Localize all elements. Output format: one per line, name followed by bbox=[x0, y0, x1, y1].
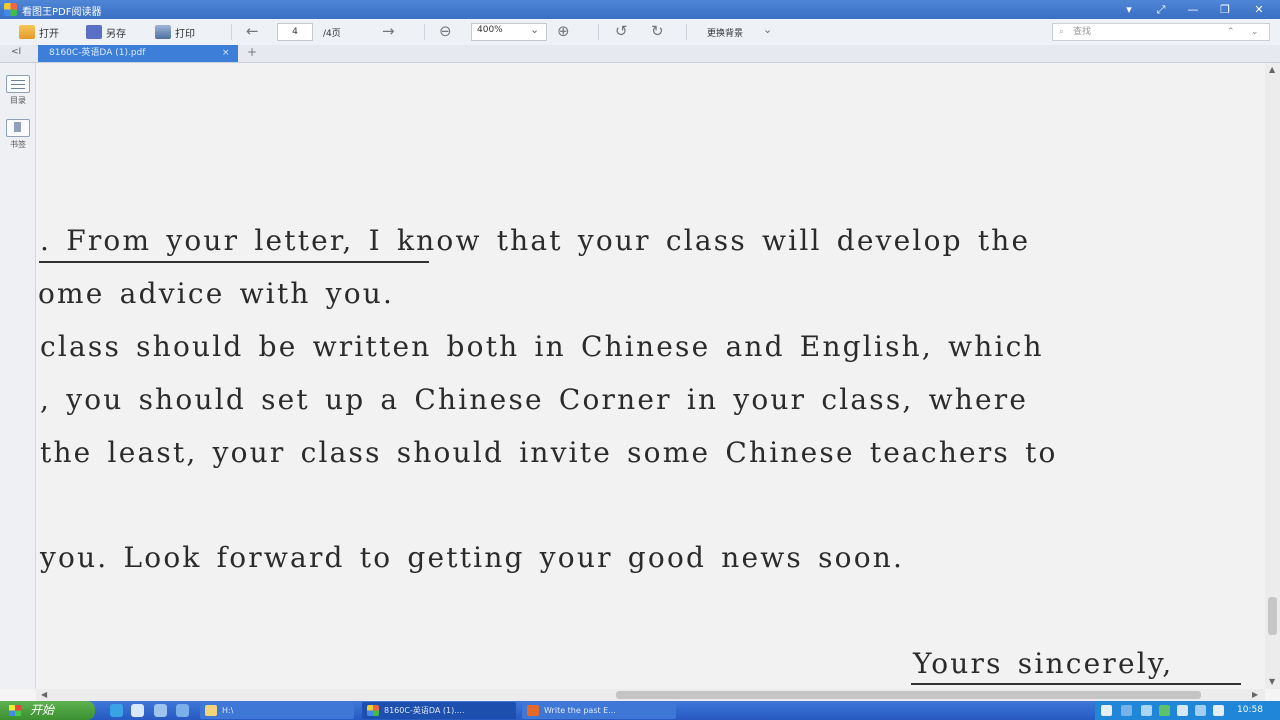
tab-close-icon[interactable]: × bbox=[222, 45, 230, 62]
window-title: 看图王PDF阅读器 bbox=[22, 7, 102, 18]
left-panel: 目录 书签 bbox=[0, 63, 36, 689]
save-as-button[interactable]: 另存 bbox=[86, 23, 126, 41]
taskbar-item-label: 8160C-英语DA (1).... bbox=[384, 706, 465, 715]
minimize-button[interactable]: — bbox=[1184, 2, 1202, 17]
taskbar-item-label: Write the past E... bbox=[544, 706, 616, 715]
horizontal-scrollbar[interactable]: ◀ ▶ bbox=[36, 689, 1265, 701]
zoom-in-icon[interactable]: ⊕ bbox=[557, 22, 570, 40]
folder-icon bbox=[19, 25, 35, 39]
document-closing: Yours sincerely, bbox=[913, 647, 1174, 680]
floppy-disk-icon bbox=[86, 25, 102, 39]
list-icon bbox=[6, 75, 30, 93]
previous-page-button[interactable]: ← bbox=[246, 22, 259, 40]
start-button[interactable]: 开始 bbox=[0, 701, 95, 720]
printer-icon bbox=[155, 25, 171, 39]
total-pages-label: /4页 bbox=[323, 29, 341, 39]
zoom-select[interactable]: 400% ⌄ bbox=[471, 23, 547, 41]
powerpoint-icon bbox=[527, 705, 539, 716]
document-line: you. Look forward to getting your good n… bbox=[40, 541, 905, 574]
title-bar: 看图王PDF阅读器 ▾ ⤢ — ❐ ✕ bbox=[0, 0, 1280, 19]
text-underline bbox=[39, 261, 429, 263]
toolbar-divider bbox=[231, 24, 232, 40]
document-line: ome advice with you. bbox=[38, 277, 395, 310]
document-line: , you should set up a Chinese Corner in … bbox=[40, 383, 1029, 416]
save-as-label: 另存 bbox=[106, 28, 126, 40]
search-next-button[interactable]: ⌄ bbox=[1251, 24, 1259, 40]
change-background-button[interactable]: 更换背景 ⌄ bbox=[703, 23, 779, 41]
rotate-left-icon[interactable]: ↺ bbox=[615, 22, 628, 40]
ie-browser-icon[interactable] bbox=[110, 704, 123, 717]
clock: 10:58 bbox=[1237, 705, 1263, 715]
text-underline bbox=[911, 683, 1241, 685]
media-player-icon[interactable] bbox=[176, 704, 189, 717]
page-number-input[interactable]: 4 bbox=[277, 23, 313, 41]
search-placeholder: 查找 bbox=[1073, 27, 1092, 37]
start-label: 开始 bbox=[30, 703, 55, 717]
pdf-reader-icon bbox=[367, 705, 379, 716]
bookmark-icon bbox=[6, 119, 30, 137]
sidebar-item-bookmark[interactable]: 书签 bbox=[3, 119, 33, 150]
network-icon[interactable] bbox=[1121, 705, 1132, 716]
show-desktop-icon[interactable] bbox=[154, 704, 167, 717]
change-background-label: 更换背景 bbox=[707, 29, 744, 39]
taskbar-item-explorer[interactable]: H:\ bbox=[200, 702, 354, 719]
scroll-right-arrow-icon[interactable]: ▶ bbox=[1252, 690, 1258, 699]
chevron-down-icon: ⌄ bbox=[763, 23, 773, 36]
windows-flag-icon bbox=[9, 705, 21, 716]
toolbar-divider bbox=[598, 24, 599, 40]
toolbar: 打开 另存 打印 ← 4 /4页 → ⊖ 400% ⌄ ⊕ ↺ ↻ 更换背景 ⌄… bbox=[0, 19, 1280, 46]
close-window-button[interactable]: ✕ bbox=[1250, 2, 1268, 17]
horizontal-scroll-thumb[interactable] bbox=[616, 691, 1201, 699]
scroll-left-arrow-icon[interactable]: ◀ bbox=[41, 690, 47, 699]
zoom-out-icon[interactable]: ⊖ bbox=[439, 22, 452, 40]
toolbar-divider bbox=[686, 24, 687, 40]
taskbar-item-label: H:\ bbox=[222, 706, 234, 715]
chevron-down-icon: ⌄ bbox=[530, 23, 540, 36]
keyboard-icon[interactable] bbox=[1101, 705, 1112, 716]
tab-label: 8160C-英语DA (1).pdf bbox=[49, 48, 146, 58]
document-line: class should be written both in Chinese … bbox=[40, 330, 1044, 363]
sidebar-item-toc[interactable]: 目录 bbox=[3, 75, 33, 106]
scroll-down-arrow-icon[interactable]: ▼ bbox=[1269, 677, 1275, 686]
folder-icon bbox=[205, 705, 217, 716]
bookmark-label: 书签 bbox=[10, 140, 26, 149]
next-page-button[interactable]: → bbox=[382, 22, 395, 40]
toc-label: 目录 bbox=[10, 96, 26, 105]
open-label: 打开 bbox=[39, 28, 59, 40]
search-icon: ⌕ bbox=[1059, 27, 1065, 37]
menu-dropdown-icon[interactable]: ▾ bbox=[1120, 2, 1138, 17]
print-label: 打印 bbox=[175, 28, 195, 40]
sidebar-toggle-button[interactable]: <I bbox=[11, 47, 21, 57]
rotate-right-icon[interactable]: ↻ bbox=[651, 22, 664, 40]
taskbar: 开始 H:\ 8160C-英语DA (1).... Write the past… bbox=[0, 701, 1280, 720]
search-input[interactable]: ⌕ 查找 ⌃ ⌄ bbox=[1052, 23, 1270, 41]
tab-document[interactable]: 8160C-英语DA (1).pdf × bbox=[38, 45, 238, 62]
document-view: . From your letter, I know that your cla… bbox=[36, 63, 1265, 689]
document-line: the least, your class should invite some… bbox=[40, 436, 1058, 469]
open-button[interactable]: 打开 bbox=[19, 23, 59, 41]
new-tab-button[interactable]: + bbox=[247, 45, 257, 59]
search-previous-button[interactable]: ⌃ bbox=[1227, 24, 1235, 40]
volume-icon[interactable] bbox=[1177, 705, 1188, 716]
vertical-scrollbar[interactable]: ▲ ▼ bbox=[1265, 63, 1280, 689]
explorer-icon[interactable] bbox=[131, 704, 144, 717]
taskbar-item-powerpoint[interactable]: Write the past E... bbox=[522, 702, 676, 719]
tab-strip: <I 8160C-英语DA (1).pdf × + bbox=[0, 45, 1280, 63]
vertical-scroll-thumb[interactable] bbox=[1268, 597, 1277, 635]
taskbar-item-pdf-reader[interactable]: 8160C-英语DA (1).... bbox=[362, 702, 516, 719]
print-button[interactable]: 打印 bbox=[155, 23, 195, 41]
maximize-button[interactable]: ❐ bbox=[1216, 2, 1234, 17]
fullscreen-button[interactable]: ⤢ bbox=[1152, 2, 1170, 17]
toolbar-divider bbox=[424, 24, 425, 40]
zoom-value: 400% bbox=[477, 25, 503, 35]
shield-icon[interactable] bbox=[1213, 705, 1224, 716]
app-logo-icon bbox=[4, 3, 17, 16]
tray-expand-icon[interactable] bbox=[1141, 705, 1152, 716]
security-icon[interactable] bbox=[1159, 705, 1170, 716]
scroll-up-arrow-icon[interactable]: ▲ bbox=[1269, 65, 1275, 74]
sync-icon[interactable] bbox=[1195, 705, 1206, 716]
document-line: . From your letter, I know that your cla… bbox=[40, 224, 1031, 257]
